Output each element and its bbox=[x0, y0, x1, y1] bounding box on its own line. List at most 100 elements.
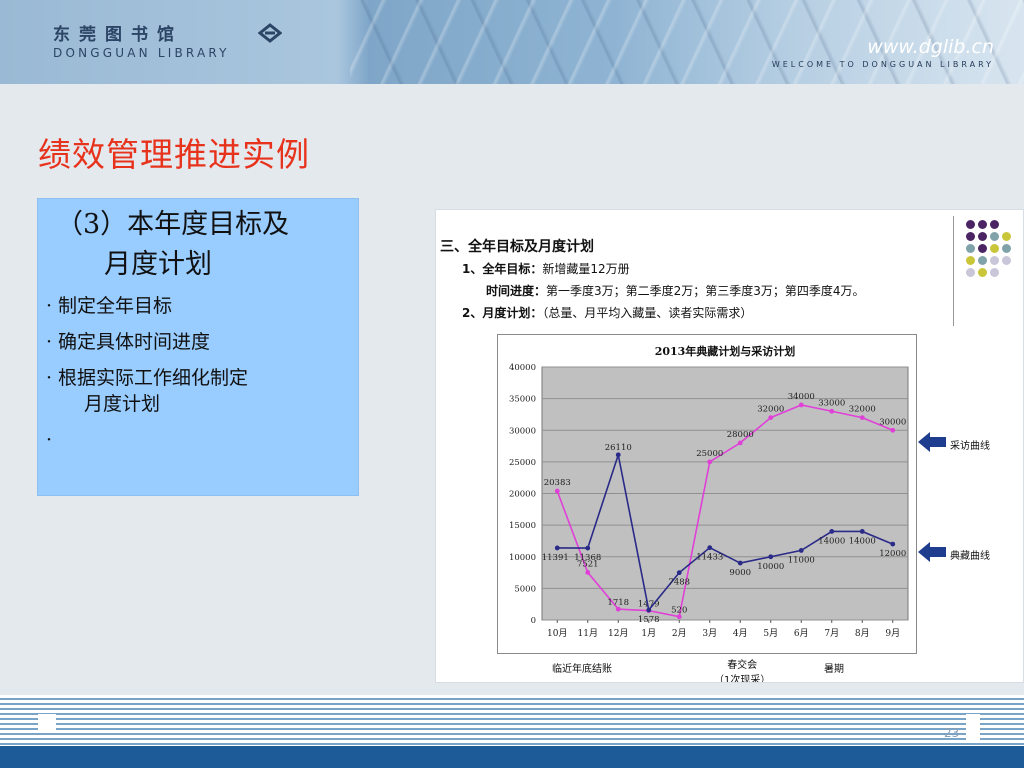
bullet-item: 确定具体时间进度 bbox=[46, 329, 356, 355]
data-label: 1578 bbox=[638, 615, 660, 625]
data-label: 1718 bbox=[607, 598, 629, 608]
arrow-label-purchase: 采访曲线 bbox=[950, 441, 990, 452]
y-tick-label: 15000 bbox=[509, 521, 536, 531]
library-logo-cn: 东莞图书馆 bbox=[53, 25, 183, 45]
data-label: 11433 bbox=[696, 553, 723, 563]
decorative-dot bbox=[1002, 232, 1011, 241]
footer-dark-strip bbox=[0, 746, 1024, 768]
data-point bbox=[890, 541, 896, 547]
header-banner: 东莞图书馆 DONGGUAN LIBRARY www.dglib.cn WELC… bbox=[0, 0, 1024, 84]
data-label: 520 bbox=[671, 606, 687, 616]
data-label: 7488 bbox=[668, 578, 690, 588]
data-point bbox=[859, 415, 865, 420]
data-point bbox=[646, 607, 652, 613]
box-heading-line2: 月度计划 bbox=[104, 249, 212, 280]
page-number: 23 bbox=[944, 726, 960, 740]
bullet-item: 制定全年目标 bbox=[46, 293, 356, 319]
data-point bbox=[585, 570, 591, 575]
data-label: 32000 bbox=[757, 405, 784, 415]
arrow-left-icon bbox=[918, 542, 946, 562]
data-label: 34000 bbox=[788, 392, 815, 402]
decorative-dot bbox=[1002, 244, 1011, 253]
x-tick-label: 8月 bbox=[855, 628, 870, 639]
data-point bbox=[768, 554, 774, 560]
data-point bbox=[798, 548, 804, 553]
site-url: www.dglib.cn bbox=[867, 36, 994, 58]
period-label-summer: 暑期 bbox=[824, 664, 844, 675]
data-label: 10000 bbox=[757, 562, 784, 572]
data-label: 33000 bbox=[818, 398, 845, 408]
data-point bbox=[707, 545, 713, 551]
box-heading: （3）本年度目标及 月度计划 bbox=[56, 205, 356, 285]
decorative-dot bbox=[990, 232, 999, 241]
y-tick-label: 20000 bbox=[509, 490, 536, 500]
bullet-item: 根据实际工作细化制定月度计划 bbox=[46, 365, 356, 417]
x-tick-label: 7月 bbox=[824, 628, 839, 639]
y-tick-label: 40000 bbox=[509, 363, 536, 373]
x-tick-label: 5月 bbox=[763, 628, 778, 639]
x-tick-label: 6月 bbox=[794, 628, 809, 639]
data-point bbox=[676, 570, 682, 576]
y-tick-label: 5000 bbox=[514, 584, 536, 594]
decorative-dot bbox=[978, 256, 987, 265]
content-box: （3）本年度目标及 月度计划 制定全年目标 确定具体时间进度 根据实际工作细化制… bbox=[37, 198, 359, 496]
data-label: 12000 bbox=[879, 549, 906, 559]
embedded-figure: 三、全年目标及月度计划 1、全年目标：新增藏量12万册 时间进度：第一季度3万；… bbox=[435, 209, 1024, 683]
x-tick-label: 3月 bbox=[702, 628, 717, 639]
arrow-label-collection: 典藏曲线 bbox=[950, 551, 990, 562]
y-tick-label: 35000 bbox=[509, 395, 536, 405]
decorative-dot bbox=[978, 220, 987, 229]
data-label: 32000 bbox=[849, 405, 876, 415]
data-point bbox=[829, 529, 835, 534]
data-point bbox=[707, 459, 713, 465]
period-label-spring-fair: 春交会 （1次现采） bbox=[714, 660, 771, 683]
data-label: 11000 bbox=[788, 555, 815, 565]
chart-frame: 2013年典藏计划与采访计划 0 5000 10000 15000 20000 25000 3… bbox=[497, 334, 917, 654]
data-label: 14000 bbox=[849, 536, 876, 546]
box-heading-line1: （3）本年度目标及 bbox=[56, 209, 290, 240]
data-point bbox=[554, 545, 560, 551]
data-label: 11368 bbox=[574, 553, 601, 563]
data-label: 14000 bbox=[818, 536, 845, 546]
site-tagline: WELCOME TO DONGGUAN LIBRARY bbox=[771, 60, 994, 69]
x-tick-label: 10月 bbox=[547, 628, 567, 639]
data-point bbox=[615, 452, 621, 458]
footer-square-left bbox=[38, 714, 56, 732]
data-label: 20383 bbox=[544, 478, 571, 488]
y-tick-label: 0 bbox=[531, 616, 536, 626]
data-point bbox=[585, 545, 591, 551]
y-tick-label: 10000 bbox=[509, 553, 536, 563]
slide-title: 绩效管理推进实例 bbox=[38, 135, 310, 174]
decorative-dot bbox=[990, 268, 999, 277]
data-point bbox=[554, 488, 560, 494]
y-tick-label: 30000 bbox=[509, 426, 536, 436]
bullet-list: 制定全年目标 确定具体时间进度 根据实际工作细化制定月度计划 bbox=[46, 293, 356, 453]
figure-line-target: 1、全年目标：新增藏量12万册 bbox=[462, 262, 630, 276]
x-tick-label: 2月 bbox=[672, 628, 687, 639]
library-logo-icon bbox=[258, 23, 282, 43]
decorative-dot bbox=[966, 268, 975, 277]
decorative-dot bbox=[966, 232, 975, 241]
decorative-dot bbox=[990, 244, 999, 253]
x-tick-label: 12月 bbox=[608, 628, 628, 639]
figure-divider bbox=[953, 216, 954, 326]
data-point bbox=[768, 415, 774, 420]
line-chart: 2013年典藏计划与采访计划 0 5000 10000 15000 20000 25000 3… bbox=[509, 344, 909, 639]
arrow-left-icon bbox=[918, 432, 946, 452]
decorative-dot bbox=[1002, 256, 1011, 265]
y-tick-label: 25000 bbox=[509, 458, 536, 468]
figure-line-monthly: 2、月度计划：（总量、月平均入藏量、读者实际需求） bbox=[462, 306, 753, 320]
library-logo-en: DONGGUAN LIBRARY bbox=[53, 46, 230, 60]
data-label: 30000 bbox=[879, 417, 906, 427]
figure-heading: 三、全年目标及月度计划 bbox=[440, 239, 594, 255]
period-label-year-end: 临近年底结账 bbox=[552, 664, 612, 675]
decorative-dot bbox=[978, 244, 987, 253]
x-tick-label: 1月 bbox=[641, 628, 656, 639]
decorative-dot bbox=[990, 220, 999, 229]
footer-square-right bbox=[966, 714, 980, 740]
decorative-dot bbox=[978, 232, 987, 241]
data-point bbox=[737, 560, 743, 566]
decorative-dot bbox=[966, 244, 975, 253]
decorative-dot bbox=[966, 220, 975, 229]
data-point bbox=[890, 427, 896, 433]
